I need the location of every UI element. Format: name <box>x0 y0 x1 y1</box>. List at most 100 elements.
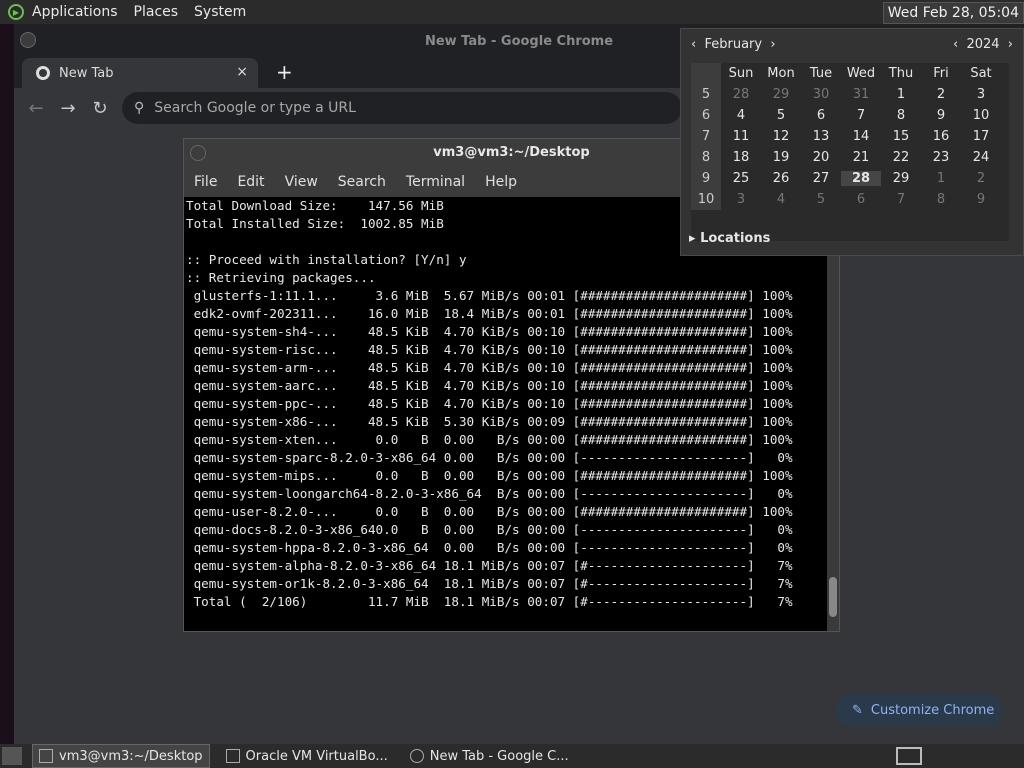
locations-expander[interactable]: ▸ Locations <box>689 231 770 246</box>
reload-icon[interactable]: ↻ <box>84 98 116 119</box>
calendar-day[interactable]: 1 <box>881 87 921 102</box>
forward-arrow-icon[interactable]: → <box>52 98 84 119</box>
calendar-day[interactable]: 29 <box>761 87 801 102</box>
calendar-day[interactable]: 17 <box>961 129 1001 144</box>
calendar-grid: Sun Mon Tue Wed Thu Fri Sat 5 28 29 30 31 1 2 3 6 4 5 6 7 8 9… <box>691 63 1009 241</box>
menu-applications[interactable]: Applications <box>32 4 118 20</box>
calendar-day[interactable]: 24 <box>961 150 1001 165</box>
weekday-label: Sun <box>728 66 754 81</box>
tab-close-icon[interactable]: × <box>236 64 248 80</box>
menu-file[interactable]: File <box>194 174 217 190</box>
new-tab-button[interactable]: + <box>276 60 293 84</box>
terminal-icon <box>39 749 53 763</box>
weekday-header: Sun Mon Tue Wed Thu Fri Sat <box>691 63 1009 84</box>
calendar-day[interactable]: 21 <box>841 150 881 165</box>
terminal-line: qemu-system-sparc-8.2.0-3-x86_64 0.00 B/… <box>186 450 793 465</box>
week-number: 6 <box>691 105 721 126</box>
calendar-day[interactable]: 2 <box>921 87 961 102</box>
calendar-day[interactable]: 27 <box>801 171 841 186</box>
terminal-line: :: Retrieving packages... <box>186 270 376 285</box>
calendar-day[interactable]: 12 <box>761 129 801 144</box>
terminal-line: qemu-system-ppc-... 48.5 KiB 4.70 KiB/s … <box>186 396 793 411</box>
calendar-day[interactable]: 5 <box>761 108 801 123</box>
calendar-day[interactable]: 1 <box>921 171 961 186</box>
calendar-day[interactable]: 23 <box>921 150 961 165</box>
calendar-day[interactable]: 9 <box>921 108 961 123</box>
calendar-day[interactable]: 19 <box>761 150 801 165</box>
task-virtualbox[interactable]: Oracle VM VirtualBo... <box>220 745 394 767</box>
calendar-day[interactable]: 28 <box>841 171 881 186</box>
chrome-icon <box>409 749 424 763</box>
calendar-day[interactable]: 6 <box>841 192 881 207</box>
menu-view[interactable]: View <box>285 174 318 190</box>
calendar-day[interactable]: 9 <box>961 192 1001 207</box>
calendar-week-row: 6 4 5 6 7 8 9 10 <box>691 105 1009 126</box>
top-panel: ▶ Applications Places System Wed Feb 28,… <box>0 0 1024 24</box>
calendar-day[interactable]: 4 <box>721 108 761 123</box>
month-selector[interactable]: ‹ February › <box>691 37 776 52</box>
calendar-day[interactable]: 14 <box>841 129 881 144</box>
month-label: February <box>704 37 763 52</box>
terminal-line: qemu-system-alpha-8.2.0-3-x86_64 18.1 Mi… <box>186 558 793 573</box>
calendar-day[interactable]: 2 <box>961 171 1001 186</box>
menu-help[interactable]: Help <box>485 174 517 190</box>
calendar-day[interactable]: 15 <box>881 129 921 144</box>
task-chrome[interactable]: New Tab - Google C... <box>404 745 575 767</box>
terminal-line: qemu-system-or1k-8.2.0-3-x86_64 18.1 MiB… <box>186 576 793 591</box>
weekday-label: Wed <box>846 66 876 81</box>
calendar-day[interactable]: 18 <box>721 150 761 165</box>
calendar-day[interactable]: 11 <box>721 129 761 144</box>
bottom-taskbar: vm3@vm3:~/Desktop Oracle VM VirtualBo...… <box>0 744 1024 768</box>
customize-chrome-button[interactable]: ✎ Customize Chrome <box>836 694 1002 726</box>
calendar-day[interactable]: 8 <box>881 108 921 123</box>
calendar-day[interactable]: 7 <box>841 108 881 123</box>
back-arrow-icon[interactable]: ← <box>20 98 52 119</box>
calendar-day[interactable]: 29 <box>881 171 921 186</box>
weekday-label: Tue <box>809 66 833 81</box>
terminal-output[interactable]: Total Download Size: 147.56 MiB Total Ins… <box>184 197 829 631</box>
calendar-day[interactable]: 31 <box>841 87 881 102</box>
calendar-week-row: 10 3 4 5 6 7 8 9 <box>691 189 1009 210</box>
panel-clock[interactable]: Wed Feb 28, 05:04 <box>882 2 1024 24</box>
calendar-day[interactable]: 13 <box>801 129 841 144</box>
distro-logo-icon[interactable]: ▶ <box>8 4 24 20</box>
calendar-day[interactable]: 26 <box>761 171 801 186</box>
calendar-day[interactable]: 3 <box>721 192 761 207</box>
menu-edit[interactable]: Edit <box>237 174 264 190</box>
calendar-day[interactable]: 5 <box>801 192 841 207</box>
calendar-day[interactable]: 16 <box>921 129 961 144</box>
terminal-line: qemu-user-8.2.0-... 0.0 B 0.00 B/s 00:00… <box>186 504 793 519</box>
tab-new-tab[interactable]: New Tab × <box>22 58 258 88</box>
terminal-line: qemu-system-arm-... 48.5 KiB 4.70 KiB/s … <box>186 360 793 375</box>
calendar-day[interactable]: 28 <box>721 87 761 102</box>
year-selector[interactable]: ‹ 2024 › <box>953 37 1013 52</box>
task-terminal[interactable]: vm3@vm3:~/Desktop <box>32 744 210 768</box>
calendar-day[interactable]: 6 <box>801 108 841 123</box>
omnibox[interactable]: ⚲ Search Google or type a URL <box>122 92 682 124</box>
week-number: 7 <box>691 126 721 147</box>
menu-system[interactable]: System <box>194 4 246 20</box>
calendar-day[interactable]: 22 <box>881 150 921 165</box>
workspace-switcher[interactable] <box>896 747 922 765</box>
pencil-icon: ✎ <box>852 702 863 718</box>
terminal-line: qemu-system-risc... 48.5 KiB 4.70 KiB/s … <box>186 342 793 357</box>
calendar-day[interactable]: 30 <box>801 87 841 102</box>
calendar-popup: ‹ February › ‹ 2024 › Sun Mon Tue Wed Thu Fri… <box>680 28 1024 256</box>
calendar-day[interactable]: 7 <box>881 192 921 207</box>
menu-terminal[interactable]: Terminal <box>406 174 465 190</box>
scrollbar-thumb[interactable] <box>829 577 837 617</box>
calendar-day[interactable]: 8 <box>921 192 961 207</box>
terminal-scrollbar[interactable] <box>827 197 839 631</box>
show-desktop-icon[interactable] <box>2 747 22 765</box>
calendar-day[interactable]: 10 <box>961 108 1001 123</box>
calendar-day[interactable]: 20 <box>801 150 841 165</box>
calendar-day[interactable]: 3 <box>961 87 1001 102</box>
menu-places[interactable]: Places <box>134 4 179 20</box>
virtualbox-icon <box>225 749 240 763</box>
menu-search[interactable]: Search <box>338 174 386 190</box>
calendar-day[interactable]: 4 <box>761 192 801 207</box>
calendar-day[interactable]: 25 <box>721 171 761 186</box>
task-label: New Tab - Google C... <box>429 748 569 764</box>
terminal-line: qemu-system-x86-... 48.5 KiB 5.30 KiB/s … <box>186 414 793 429</box>
calendar-week-row: 5 28 29 30 31 1 2 3 <box>691 84 1009 105</box>
